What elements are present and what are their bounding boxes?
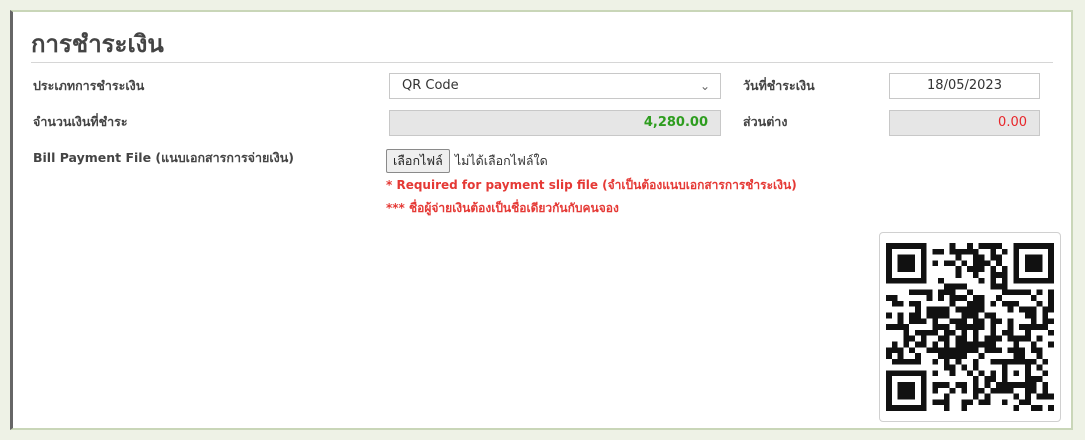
file-chooser: เลือกไฟล์ ไม่ได้เลือกไฟล์ใด xyxy=(386,149,548,173)
payment-panel: การชำระเงิน ประเภทการชำระเงิน QR Code ⌄ … xyxy=(10,10,1073,430)
chevron-down-icon: ⌄ xyxy=(699,79,710,93)
payment-date-input[interactable]: 18/05/2023 xyxy=(889,73,1040,99)
required-note: * Required for payment slip file (จำเป็น… xyxy=(386,178,797,192)
difference-field: 0.00 xyxy=(889,110,1040,136)
choose-file-button[interactable]: เลือกไฟล์ xyxy=(386,149,450,173)
bill-file-label: Bill Payment File (แนบเอกสารการจ่ายเงิน) xyxy=(33,150,294,165)
amount-label: จำนวนเงินที่ชำระ xyxy=(33,114,128,129)
qr-code-box xyxy=(879,232,1061,422)
payment-type-select[interactable]: QR Code ⌄ xyxy=(389,73,721,99)
difference-label: ส่วนต่าง xyxy=(743,114,788,129)
section-title: การชำระเงิน xyxy=(31,30,164,58)
file-status: ไม่ได้เลือกไฟล์ใด xyxy=(454,153,548,168)
payment-date-label: วันที่ชำระเงิน xyxy=(743,78,815,93)
qr-code-icon xyxy=(886,243,1054,411)
title-divider xyxy=(31,62,1053,63)
payer-name-note: *** ชื่อผู้จ่ายเงินต้องเป็นชื่อเดียวกันก… xyxy=(386,201,619,215)
payment-type-label: ประเภทการชำระเงิน xyxy=(33,78,145,93)
payment-type-value: QR Code xyxy=(402,78,459,93)
amount-field: 4,280.00 xyxy=(389,110,721,136)
